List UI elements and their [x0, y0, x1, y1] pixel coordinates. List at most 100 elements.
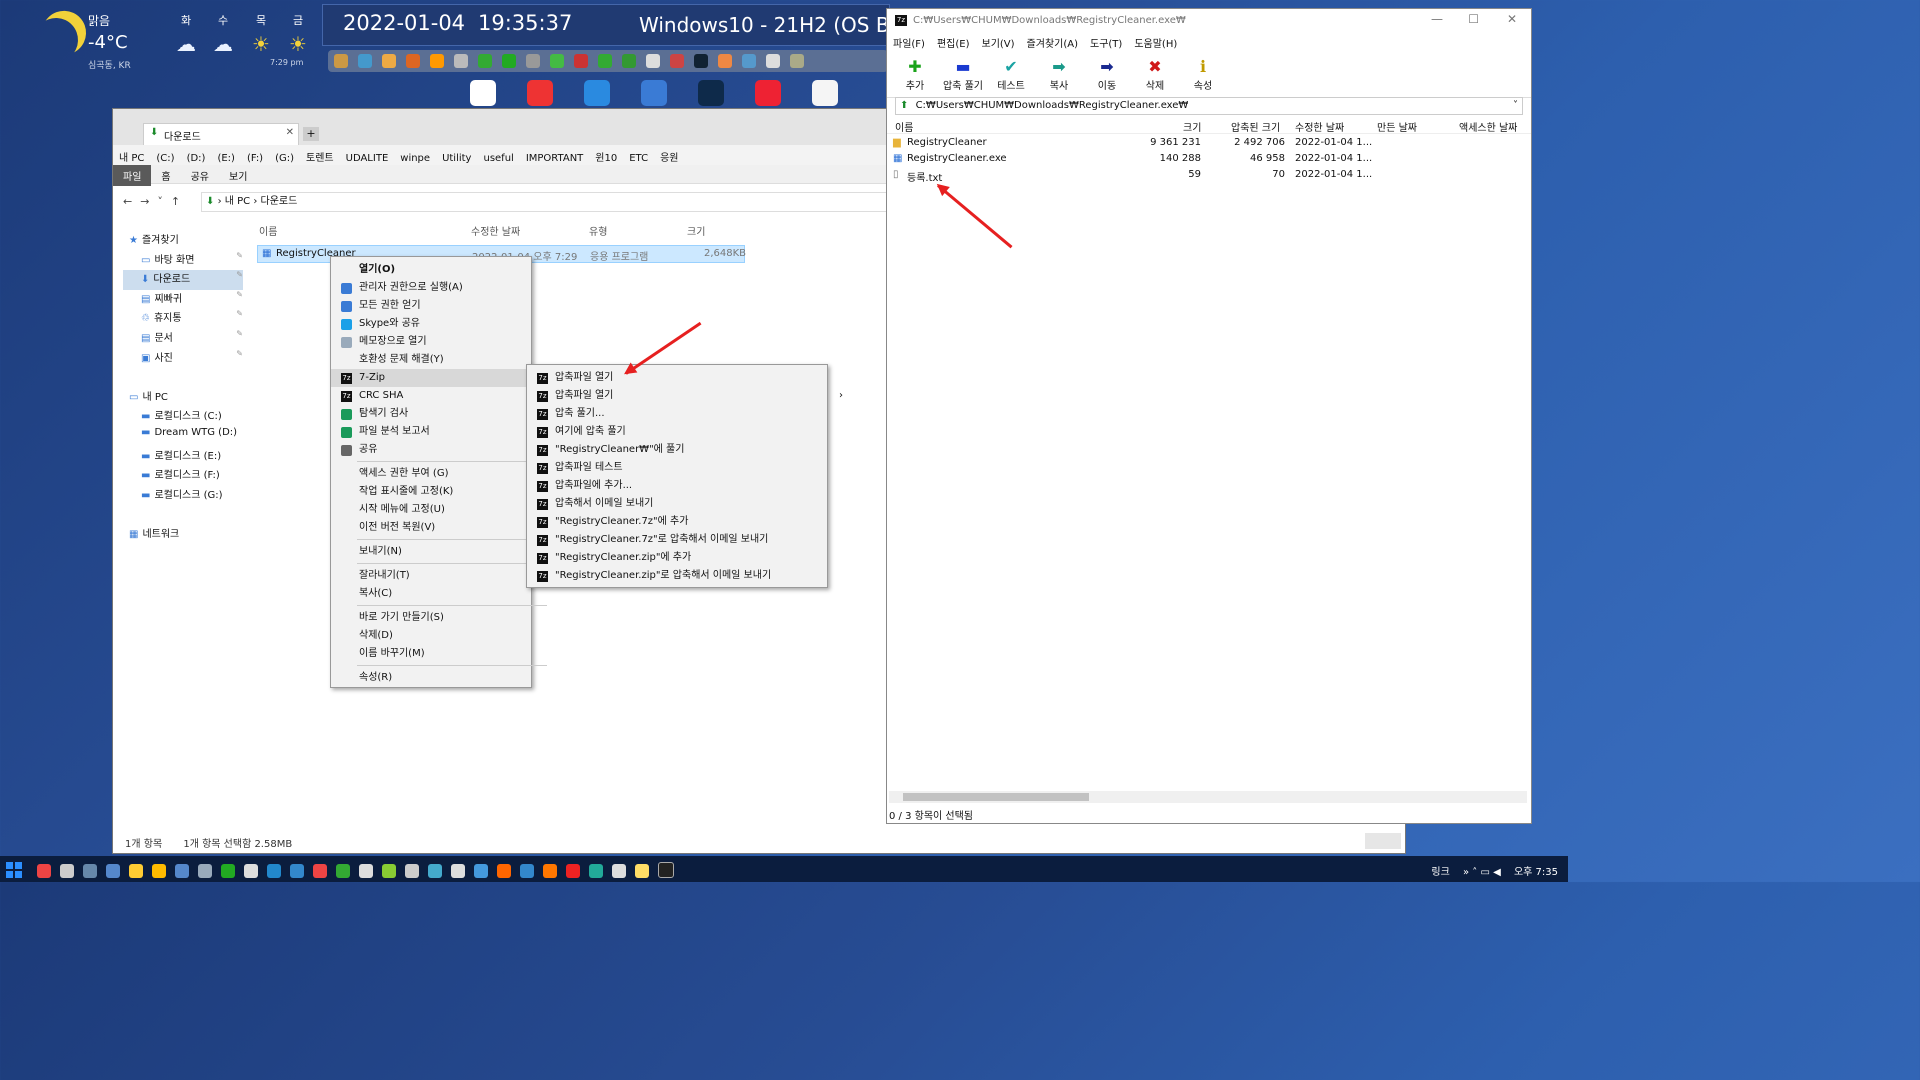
zip-menu-item[interactable]: 7z 압축파일 열기 [527, 369, 825, 387]
app-icon[interactable] [622, 54, 636, 68]
app-icon[interactable] [527, 80, 553, 106]
app-icon[interactable] [336, 864, 350, 878]
toolbar-button[interactable]: ✖ 삭제 [1131, 57, 1179, 92]
zip-menu-item[interactable]: 7z 압축 풀기... [527, 405, 825, 423]
app-icon[interactable] [451, 864, 465, 878]
favorite-item[interactable]: UDALITE [346, 153, 389, 164]
favorite-item[interactable]: 윈10 [595, 149, 617, 164]
app-icon[interactable] [478, 54, 492, 68]
context-menu-item[interactable]: 7z7-Zip› [331, 369, 549, 387]
zip-menu-item[interactable]: 7z "RegistryCleaner.zip"에 추가 [527, 549, 825, 567]
app-icon[interactable] [566, 864, 580, 878]
zip-column-packed[interactable]: 압축된 크기 [1231, 119, 1280, 134]
context-menu-item[interactable]: 호환성 문제 해결(Y) [331, 351, 531, 369]
app-icon[interactable] [37, 864, 51, 878]
zip-menu-item[interactable]: 7z 압축해서 이메일 보내기 [527, 495, 825, 513]
zip-menu-item[interactable]: 7z "RegistryCleaner.7z"로 압축해서 이메일 보내기 [527, 531, 825, 549]
context-menu-item[interactable]: 파일 분석 보고서 [331, 423, 531, 441]
app-icon[interactable] [428, 864, 442, 878]
zip-column-created[interactable]: 만든 날짜 [1377, 119, 1417, 134]
ribbon-tab[interactable]: 홈 [151, 165, 180, 186]
favorite-item[interactable]: winpe [400, 153, 430, 164]
context-menu-item[interactable]: 잘라내기(T) [331, 567, 531, 585]
context-menu-item[interactable]: Skype와 공유 [331, 315, 531, 333]
nav-item[interactable]: ▦ 네트워크 [123, 525, 243, 545]
app-icon[interactable] [598, 54, 612, 68]
app-icon[interactable] [358, 54, 372, 68]
zip-menu-item[interactable]: 7z 압축파일 열기 › [527, 387, 843, 405]
nav-item[interactable]: ♲ 휴지통 ✎ [123, 309, 243, 329]
nav-item[interactable]: ▤ 찌빠귀 ✎ [123, 290, 243, 310]
ribbon-tab[interactable]: 파일 [113, 165, 152, 186]
favorite-item[interactable]: (F:) [247, 153, 263, 164]
toolbar-button[interactable]: ℹ 속성 [1179, 57, 1227, 92]
minimize-icon[interactable]: — [1431, 12, 1443, 26]
ribbon-tab[interactable]: 공유 [181, 165, 219, 186]
context-menu-item[interactable]: 이전 버전 복원(V) [331, 519, 531, 537]
7zip-icon[interactable] [658, 862, 674, 878]
menu-item[interactable]: 보기(V) [982, 39, 1015, 50]
app-icon[interactable] [382, 54, 396, 68]
favorite-item[interactable]: 응원 [660, 149, 678, 164]
column-type[interactable]: 유형 [589, 223, 607, 238]
context-menu-item[interactable]: 관리자 권한으로 실행(A) [331, 279, 531, 297]
toolbar-button[interactable]: ▬ 압축 풀기 [939, 57, 987, 92]
nav-item[interactable]: ▬ Dream WTG (D:) [123, 427, 243, 447]
app-icon[interactable] [584, 80, 610, 106]
maximize-icon[interactable]: ☐ [1468, 12, 1479, 26]
menu-item[interactable]: 파일(F) [893, 39, 925, 50]
nav-item[interactable]: ★ 즐겨찾기 [123, 231, 243, 251]
favorite-item[interactable]: (G:) [275, 153, 294, 164]
nav-item[interactable]: ⬇ 다운로드 ✎ [123, 270, 243, 290]
toolbar-button[interactable]: ✔ 테스트 [987, 57, 1035, 92]
app-icon[interactable] [755, 80, 781, 106]
path-bar[interactable]: ⬆ C:₩Users₩CHUM₩Downloads₩RegistryCleane… [895, 97, 1523, 115]
zip-menu-item[interactable]: 7z "RegistryCleaner.7z"에 추가 [527, 513, 825, 531]
favorite-item[interactable]: Utility [442, 153, 471, 164]
breadcrumb-item[interactable]: 다운로드 [261, 196, 298, 207]
zip-column-accessed[interactable]: 액세스한 날짜 [1459, 119, 1517, 134]
nav-buttons[interactable]: ←→˅↑ [123, 195, 188, 208]
favorite-item[interactable]: 내 PC [119, 149, 144, 164]
menu-item[interactable]: 편집(E) [937, 39, 970, 50]
app-icon[interactable] [790, 54, 804, 68]
context-menu-item[interactable]: 보내기(N)› [331, 543, 549, 561]
context-menu-item[interactable]: 공유 [331, 441, 531, 459]
nav-item[interactable]: ▣ 사진 ✎ [123, 349, 243, 369]
nav-item[interactable]: ▬ 로컬디스크 (F:) [123, 466, 243, 486]
app-icon[interactable] [221, 864, 235, 878]
context-menu-item[interactable]: 열기(O) [331, 261, 531, 279]
app-icon[interactable] [550, 54, 564, 68]
app-icon[interactable] [670, 54, 684, 68]
zip-column-name[interactable]: 이름 [895, 119, 913, 134]
zip-menu-item[interactable]: 7z 압축파일 테스트 [527, 459, 825, 477]
app-icon[interactable] [474, 864, 488, 878]
context-menu-item[interactable]: 7zCRC SHA› [331, 387, 549, 405]
tab-downloads[interactable]: ⬇ 다운로드 ✕ [143, 123, 299, 146]
column-size[interactable]: 크기 [687, 223, 705, 238]
app-icon[interactable] [589, 864, 603, 878]
app-icon[interactable] [526, 54, 540, 68]
nav-item[interactable]: ▬ 로컬디스크 (G:) [123, 486, 243, 506]
zip-menu-item[interactable]: 7z "RegistryCleaner₩"에 풀기 [527, 441, 825, 459]
context-menu-item[interactable]: 삭제(D) [331, 627, 531, 645]
app-icon[interactable] [543, 864, 557, 878]
app-icon[interactable] [175, 864, 189, 878]
app-icon[interactable] [198, 864, 212, 878]
view-toggle[interactable] [1365, 833, 1401, 849]
app-icon[interactable] [497, 864, 511, 878]
nav-item[interactable]: ▤ 문서 ✎ [123, 329, 243, 349]
context-menu-item[interactable]: 작업 표시줄에 고정(K) [331, 483, 531, 501]
new-tab-button[interactable]: + [303, 127, 319, 141]
app-icon[interactable] [334, 54, 348, 68]
app-icon[interactable] [694, 54, 708, 68]
zip-column-modified[interactable]: 수정한 날짜 [1295, 119, 1344, 134]
windows-start-icon[interactable] [6, 862, 22, 878]
app-icon[interactable] [382, 864, 396, 878]
app-icon[interactable] [502, 54, 516, 68]
app-icon[interactable] [454, 54, 468, 68]
context-menu-item[interactable]: 액세스 권한 부여 (G)› [331, 465, 549, 483]
zip-menu-item[interactable]: 7z "RegistryCleaner.zip"로 압축해서 이메일 보내기 [527, 567, 825, 585]
column-date[interactable]: 수정한 날짜 [471, 223, 520, 238]
tray-links[interactable]: 링크 [1431, 867, 1449, 878]
